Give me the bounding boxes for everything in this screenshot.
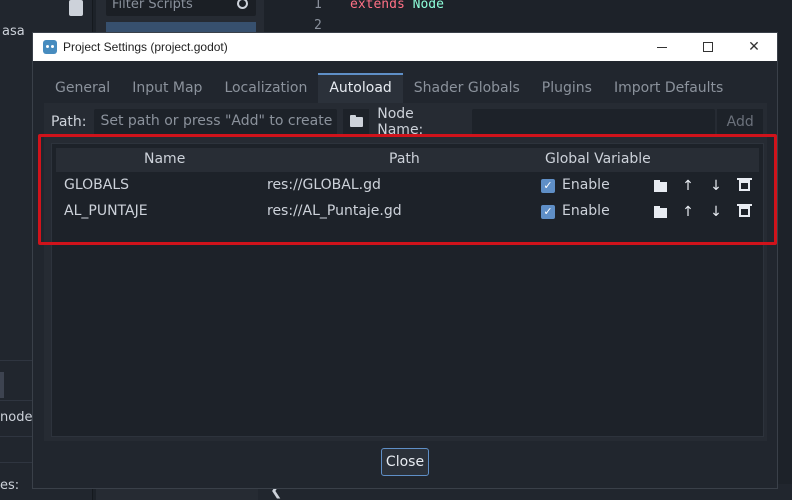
enable-label: Enable: [562, 177, 610, 193]
node-name-label: Node Name:: [377, 106, 424, 138]
path-label: Path:: [51, 114, 87, 130]
arrow-up-icon: ↑: [682, 178, 694, 194]
close-icon: ✕: [748, 39, 760, 55]
folder-icon: [349, 115, 363, 127]
autoload-name[interactable]: AL_PUNTAJE: [64, 203, 148, 219]
move-down-button[interactable]: ↓: [708, 178, 724, 194]
tab-autoload[interactable]: Autoload: [318, 73, 403, 103]
column-header-global-variable: Global Variable: [545, 151, 651, 167]
path-input[interactable]: Set path or press "Add" to create a: [94, 109, 338, 135]
keyword: extends: [350, 0, 405, 12]
filter-placeholder: Filter Scripts: [112, 0, 193, 12]
tab-input-map[interactable]: Input Map: [121, 73, 213, 103]
dialog-title: Project Settings (project.godot): [63, 40, 228, 54]
autoload-name[interactable]: GLOBALS: [64, 177, 129, 193]
code-line-1: extends Node: [350, 0, 444, 12]
enable-checkbox[interactable]: ✓: [541, 205, 555, 219]
arrow-down-icon: ↓: [710, 178, 722, 194]
settings-tab-container: General Input Map Localization Autoload …: [44, 73, 767, 441]
tab-localization[interactable]: Localization: [213, 73, 318, 103]
open-script-button[interactable]: [652, 204, 668, 220]
autoload-add-row: Path: Set path or press "Add" to create …: [51, 106, 763, 138]
line-number: 1: [314, 0, 322, 12]
dialog-titlebar[interactable]: Project Settings (project.godot) ✕: [33, 33, 777, 61]
script-toolbar: [66, 0, 86, 24]
window-close-button[interactable]: ✕: [731, 33, 777, 61]
tab-plugins[interactable]: Plugins: [531, 73, 603, 103]
tab-general[interactable]: General: [44, 73, 121, 103]
tab-import-defaults[interactable]: Import Defaults: [603, 73, 734, 103]
column-header-path: Path: [389, 151, 420, 167]
partial-bottom-label: es:: [0, 478, 20, 493]
trash-icon: [736, 204, 752, 217]
dock-tab-marker[interactable]: [0, 372, 4, 398]
browse-path-button[interactable]: [343, 109, 370, 135]
autoload-path: res://GLOBAL.gd: [267, 177, 381, 193]
maximize-icon: [703, 42, 713, 52]
move-up-button[interactable]: ↑: [680, 204, 696, 220]
tab-shader-globals[interactable]: Shader Globals: [403, 73, 531, 103]
move-down-button[interactable]: ↓: [708, 204, 724, 220]
partial-label: asa: [2, 24, 25, 39]
move-up-button[interactable]: ↑: [680, 178, 696, 194]
autoload-list-header: Name Path Global Variable: [56, 148, 759, 172]
project-settings-dialog: Project Settings (project.godot) ✕ Gener…: [32, 32, 778, 489]
remove-button[interactable]: [736, 204, 752, 220]
add-autoload-button[interactable]: Add: [717, 109, 763, 135]
column-header-name: Name: [144, 151, 186, 167]
filter-scripts-input[interactable]: Filter Scripts: [106, 0, 256, 16]
tab-bar: General Input Map Localization Autoload …: [44, 73, 767, 103]
arrow-down-icon: ↓: [710, 204, 722, 220]
folder-icon: [653, 206, 667, 218]
autoload-row[interactable]: AL_PUNTAJE res://AL_Puntaje.gd ✓ Enable …: [56, 200, 759, 224]
arrow-up-icon: ↑: [682, 204, 694, 220]
enable-checkbox[interactable]: ✓: [541, 179, 555, 193]
open-script-button[interactable]: [652, 178, 668, 194]
autoload-row[interactable]: GLOBALS res://GLOBAL.gd ✓ Enable ↑ ↓: [56, 174, 759, 198]
close-button[interactable]: Close: [381, 448, 429, 476]
folder-icon: [653, 180, 667, 192]
line-number: 2: [314, 18, 322, 33]
maximize-button[interactable]: [685, 33, 731, 61]
type-name: Node: [412, 0, 444, 12]
minimize-button[interactable]: [639, 33, 685, 61]
remove-button[interactable]: [736, 178, 752, 194]
minimize-icon: [657, 46, 667, 48]
script-icon[interactable]: [69, 0, 83, 16]
node-name-input[interactable]: [471, 109, 716, 135]
enable-label: Enable: [562, 203, 610, 219]
autoload-path: res://AL_Puntaje.gd: [267, 203, 402, 219]
trash-icon: [736, 178, 752, 191]
search-icon: [237, 0, 248, 9]
autoload-list: Name Path Global Variable GLOBALS res://…: [51, 143, 764, 437]
godot-icon: [43, 40, 57, 54]
